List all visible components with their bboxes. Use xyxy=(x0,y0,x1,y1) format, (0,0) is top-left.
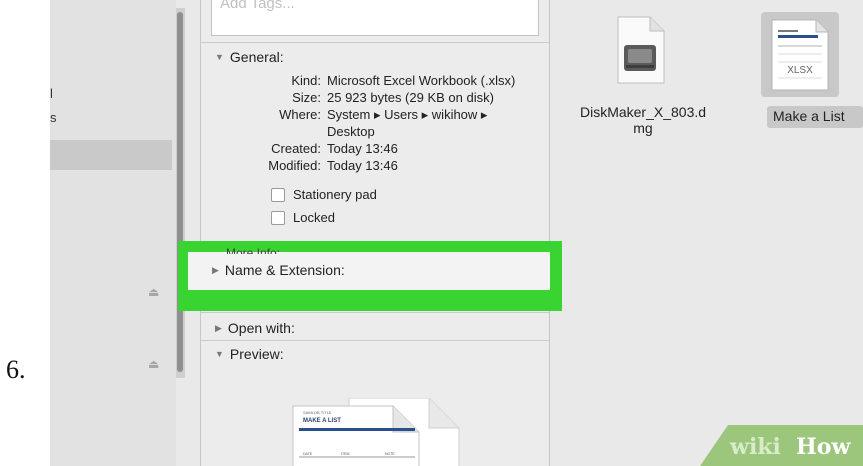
divider xyxy=(201,340,549,341)
section-general[interactable]: ▼ General: xyxy=(215,49,284,65)
sidebar-item-fragment[interactable]: s xyxy=(50,110,57,125)
kind-label: Kind: xyxy=(291,73,321,88)
disclosure-open-icon[interactable]: ▼ xyxy=(215,349,224,359)
locked-checkbox[interactable] xyxy=(271,210,285,225)
section-preview[interactable]: ▼ Preview: xyxy=(215,346,284,362)
tags-placeholder: Add Tags... xyxy=(220,0,295,12)
kind-value: Microsoft Excel Workbook (.xlsx) xyxy=(327,73,516,88)
modified-value: Today 13:46 xyxy=(327,158,398,173)
wikihow-watermark: wiki How xyxy=(700,425,863,466)
section-preview-label: Preview: xyxy=(229,346,284,362)
where-value-continued: Desktop xyxy=(327,124,375,139)
modified-label: Modified: xyxy=(268,158,321,173)
where-value: System ▸ Users ▸ wikihow ▸ xyxy=(327,107,488,122)
locked-label: Locked xyxy=(293,210,335,225)
disclosure-open-icon[interactable]: ▼ xyxy=(215,52,224,62)
disclosure-closed-icon[interactable]: ▶ xyxy=(212,265,219,276)
preview-doc-col: NOTE xyxy=(385,452,395,456)
disk-image-label-line: DiskMaker_X_803.d xyxy=(579,104,707,120)
highlight-box: More Info: ▶ Name & Extension: xyxy=(178,241,562,311)
section-name-extension[interactable]: ▶ Name & Extension: xyxy=(212,262,345,278)
tags-input[interactable]: Add Tags... xyxy=(211,0,539,36)
watermark-text: How xyxy=(796,434,851,460)
name-extension-row[interactable]: More Info: ▶ Name & Extension: xyxy=(188,246,550,290)
sidebar-item-selected[interactable] xyxy=(50,140,172,170)
size-value: 25 923 bytes (29 KB on disk) xyxy=(327,90,494,105)
divider xyxy=(201,42,549,43)
disk-image-label[interactable]: DiskMaker_X_803.d mg xyxy=(540,104,746,136)
disk-image-icon[interactable] xyxy=(612,15,668,85)
section-open-with[interactable]: ▶ Open with: xyxy=(215,320,295,336)
step-number: 6. xyxy=(6,355,26,384)
locked-option[interactable]: Locked xyxy=(271,210,335,225)
section-open-with-label: Open with: xyxy=(227,320,295,336)
stationery-pad-checkbox[interactable] xyxy=(271,187,285,202)
get-info-panel: Add Tags... ▼ General: Kind: Microsoft E… xyxy=(200,0,550,466)
created-value: Today 13:46 xyxy=(327,141,398,156)
section-general-label: General: xyxy=(229,49,284,65)
scrollbar-thumb[interactable] xyxy=(177,12,183,372)
divider xyxy=(201,312,549,313)
preview-doc-title: MAKE A LIST xyxy=(303,418,341,424)
where-label: Where: xyxy=(279,107,321,122)
section-more-info-label: More Info: xyxy=(226,246,281,254)
watermark-text: wiki xyxy=(729,434,781,460)
eject-icon[interactable]: ⏏ xyxy=(148,357,159,371)
size-label: Size: xyxy=(292,90,321,105)
preview-doc-col: ITEM xyxy=(341,452,349,456)
stationery-pad-option[interactable]: Stationery pad xyxy=(271,187,377,202)
spreadsheet-file-icon[interactable]: XLSX xyxy=(768,18,832,92)
sidebar-item-fragment[interactable]: l xyxy=(50,86,53,101)
created-label: Created: xyxy=(271,141,321,156)
stationery-pad-label: Stationery pad xyxy=(293,187,377,202)
disclosure-closed-icon[interactable]: ▶ xyxy=(215,323,222,334)
disk-image-label-line: mg xyxy=(633,120,653,136)
preview-doc-subtitle: SAMLOB TITLE xyxy=(303,410,332,415)
section-name-extension-label: Name & Extension: xyxy=(224,262,345,278)
preview-doc-col: DATE xyxy=(303,452,313,456)
finder-sidebar: l s ⏏ ⏏ xyxy=(50,0,176,466)
preview-thumbnail: SAMLOB TITLE MAKE A LIST DATE ITEM NOTE xyxy=(292,398,460,466)
finder-screen: l s ⏏ ⏏ Add Tags... ▼ General: Kind: Mic… xyxy=(50,0,863,466)
file-type-tag: XLSX xyxy=(787,65,813,76)
eject-icon[interactable]: ⏏ xyxy=(148,285,159,299)
sidebar-scrollbar[interactable] xyxy=(176,8,185,378)
spreadsheet-file-label[interactable]: Make a List xyxy=(767,108,863,124)
